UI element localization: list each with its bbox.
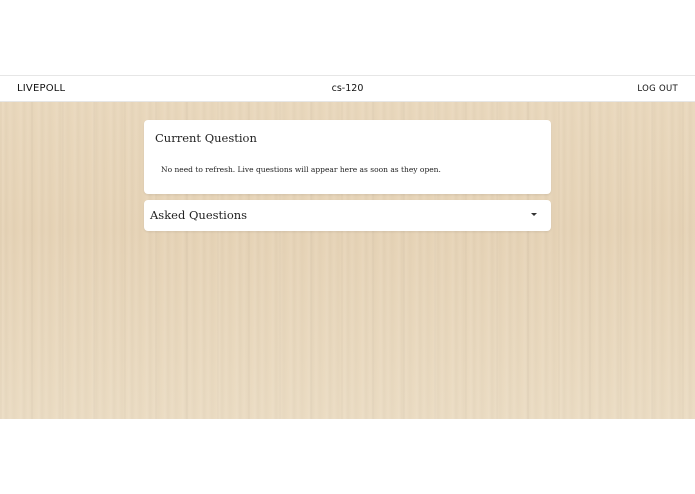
asked-questions-dropdown[interactable]: Asked Questions (144, 200, 551, 231)
asked-questions-title: Asked Questions (150, 208, 248, 222)
current-question-card: Current Question No need to refresh. Liv… (144, 120, 551, 194)
app-frame: LIVEPOLL cs-120 LOG OUT Current Question… (0, 75, 695, 419)
current-question-title: Current Question (155, 131, 257, 145)
top-navbar: LIVEPOLL cs-120 LOG OUT (0, 75, 695, 102)
current-question-message: No need to refresh. Live questions will … (161, 165, 441, 174)
course-code: cs-120 (331, 83, 364, 94)
caret-down-icon[interactable] (531, 213, 537, 216)
logout-link[interactable]: LOG OUT (637, 84, 678, 94)
